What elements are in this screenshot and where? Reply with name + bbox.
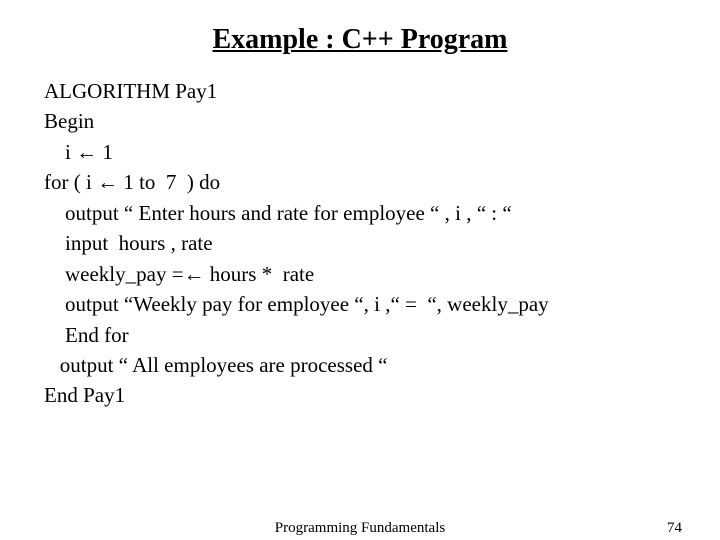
code-line: End for: [44, 320, 676, 350]
code-line: output “ Enter hours and rate for employ…: [44, 198, 676, 228]
code-line: i ← 1: [44, 137, 676, 167]
code-line: ALGORITHM Pay1: [44, 76, 676, 106]
code-line: for ( i ← 1 to 7 ) do: [44, 167, 676, 197]
slide-title: Example : C++ Program: [0, 0, 720, 76]
code-line: input hours , rate: [44, 228, 676, 258]
slide-body: ALGORITHM Pay1 Begin i ← 1 for ( i ← 1 t…: [0, 76, 720, 411]
page-number: 74: [667, 520, 682, 537]
footer-text: Programming Fundamentals: [275, 520, 445, 537]
code-line: weekly_pay =← hours * rate: [44, 259, 676, 289]
code-line: output “ All employees are processed “: [44, 350, 676, 380]
code-line: output “Weekly pay for employee “, i ,“ …: [44, 289, 676, 319]
code-line: Begin: [44, 106, 676, 136]
code-line: End Pay1: [44, 380, 676, 410]
